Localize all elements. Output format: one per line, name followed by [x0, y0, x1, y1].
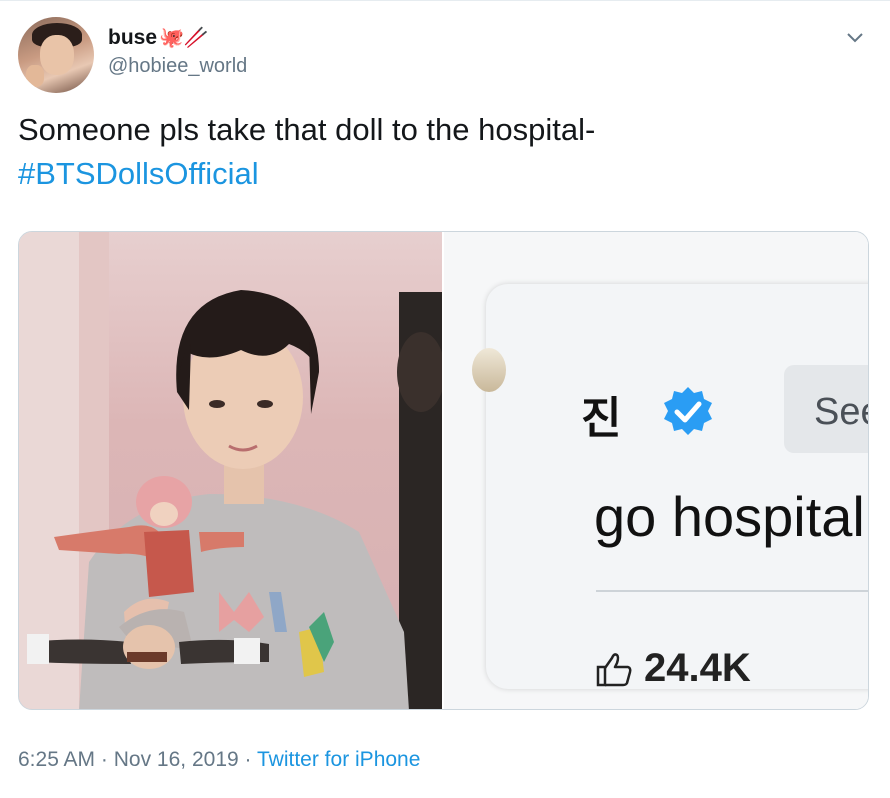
- verified-badge-icon: [664, 387, 712, 435]
- photo-illustration: [19, 232, 442, 709]
- like-row: 24.4K: [594, 646, 751, 691]
- chevron-down-icon[interactable]: [844, 26, 866, 48]
- footer-separator: ·: [100, 748, 108, 771]
- comment-divider: [596, 590, 868, 592]
- comment-text: go hospital p: [594, 485, 868, 548]
- media-photo-left[interactable]: [19, 232, 442, 709]
- avatar-face: [40, 35, 74, 75]
- see-translation-button: See tr: [784, 365, 868, 453]
- tweet-body: Someone pls take that doll to the hospit…: [18, 112, 596, 147]
- footer-separator: ·: [244, 748, 252, 771]
- user-handle[interactable]: @hobiee_world: [108, 55, 247, 78]
- thumbs-up-icon: [596, 652, 632, 686]
- avatar[interactable]: [18, 17, 94, 93]
- like-count: 24.4K: [644, 646, 751, 690]
- comment-card: 진 See tr go hospital p 24.4K: [472, 284, 868, 691]
- name-emoji: 🐙🥢: [159, 27, 209, 49]
- commenter-name: 진: [581, 394, 622, 443]
- top-border: [0, 0, 890, 1]
- avatar-hand: [26, 65, 44, 87]
- display-name[interactable]: buse: [108, 26, 157, 50]
- tweet-footer: 6:25 AM · Nov 16, 2019 · Twitter for iPh…: [18, 748, 420, 772]
- tweet-source-link[interactable]: Twitter for iPhone: [257, 748, 420, 771]
- author-name-row[interactable]: buse 🐙🥢: [108, 25, 209, 50]
- media-photo-right[interactable]: 진 See tr go hospital p 24.4K: [444, 232, 868, 709]
- tweet-time[interactable]: 6:25 AM: [18, 748, 95, 771]
- hashtag-link[interactable]: #BTSDollsOfficial: [18, 152, 868, 196]
- tweet-date[interactable]: Nov 16, 2019: [114, 748, 239, 771]
- see-translation-label: See tr: [814, 391, 868, 433]
- commenter-avatar: [472, 348, 506, 392]
- tweet-text: Someone pls take that doll to the hospit…: [18, 108, 868, 196]
- media-container[interactable]: 진 See tr go hospital p 24.4K: [18, 231, 869, 710]
